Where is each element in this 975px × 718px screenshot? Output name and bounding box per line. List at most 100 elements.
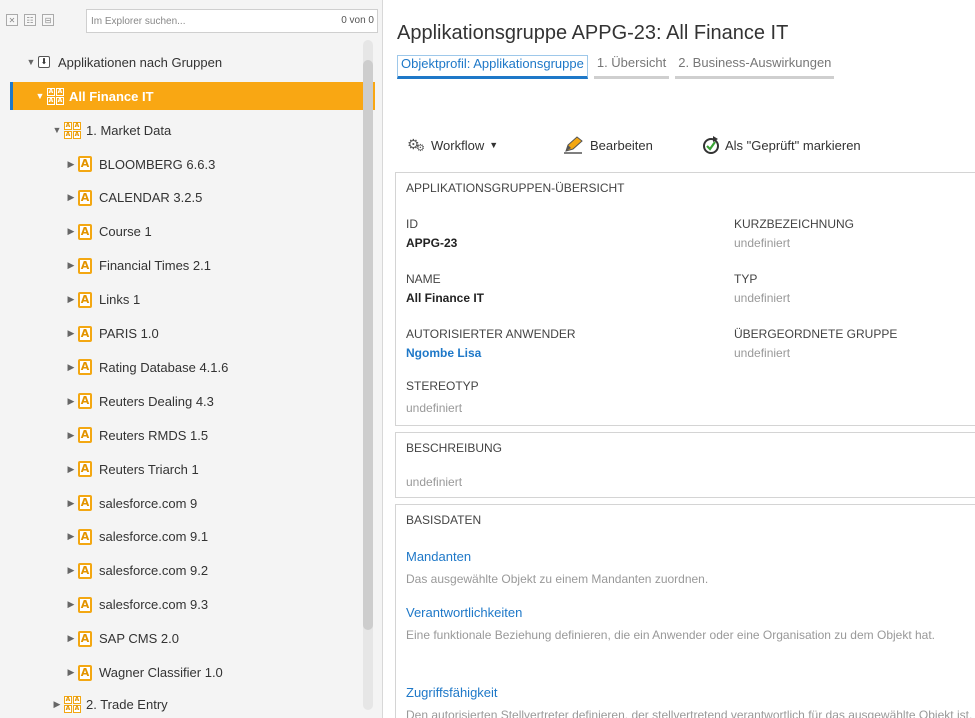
id-value: APPG-23 bbox=[406, 236, 458, 250]
type-value: undefiniert bbox=[734, 291, 791, 305]
collapse-arrow-icon[interactable]: ▶ bbox=[66, 531, 76, 542]
collapse-arrow-icon[interactable]: ▶ bbox=[66, 430, 76, 441]
application-icon: A bbox=[78, 257, 92, 274]
tree-item-label: CALENDAR 3.2.5 bbox=[99, 190, 203, 206]
explorer-scrollbar[interactable] bbox=[363, 40, 373, 710]
application-icon: A bbox=[78, 359, 92, 376]
responsibilities-description: Eine funktionale Beziehung definieren, d… bbox=[406, 628, 936, 642]
collapse-arrow-icon[interactable]: ▶ bbox=[66, 667, 76, 678]
object-profile-panel: Applikationsgruppe APPG-23: All Finance … bbox=[383, 0, 975, 718]
search-result-count: 0 von 0 bbox=[341, 15, 374, 26]
collapse-arrow-icon[interactable]: ▶ bbox=[66, 565, 76, 576]
tree-item-application[interactable]: ▶ A BLOOMBERG 6.6.3 bbox=[66, 150, 215, 178]
expand-arrow-icon[interactable]: ▼ bbox=[26, 57, 36, 67]
base-data-card: BASISDATEN Mandanten Das ausgewählte Obj… bbox=[395, 504, 975, 718]
chevron-down-icon: ▼ bbox=[489, 140, 499, 150]
name-value: All Finance IT bbox=[406, 291, 485, 305]
expand-arrow-icon[interactable]: ▼ bbox=[35, 91, 45, 101]
collapse-arrow-icon[interactable]: ▶ bbox=[66, 599, 76, 610]
tree-item-label: All Finance IT bbox=[69, 88, 154, 104]
description-value: undefiniert bbox=[406, 475, 463, 489]
explorer-panel: ✕ ☷ ⊟ 0 von 0 ▼ ⬇ Applikationen nach Gru… bbox=[0, 0, 383, 718]
edit-button[interactable]: Bearbeiten bbox=[562, 136, 653, 154]
tree-item-application[interactable]: ▶ A PARIS 1.0 bbox=[66, 320, 159, 348]
application-icon: A bbox=[78, 325, 92, 342]
collapse-arrow-icon[interactable]: ▶ bbox=[66, 226, 76, 237]
tree-item-application[interactable]: ▶ Asalesforce.com 9.1 bbox=[66, 523, 208, 551]
tree-item-market-data[interactable]: ▼ AA AA 1. Market Data bbox=[52, 116, 171, 144]
tab-object-profile[interactable]: Objektprofil: Applikationsgruppe bbox=[397, 55, 588, 79]
application-group-icon: AA AA bbox=[64, 121, 81, 139]
tree-item-application[interactable]: ▶ A Financial Times 2.1 bbox=[66, 252, 211, 280]
application-icon: A bbox=[78, 596, 92, 613]
scrollbar-thumb[interactable] bbox=[363, 60, 373, 630]
short-name-value: undefiniert bbox=[734, 236, 791, 250]
collapse-arrow-icon[interactable]: ▶ bbox=[66, 396, 76, 407]
expand-all-icon[interactable]: ☷ bbox=[24, 14, 36, 26]
collapse-all-icon[interactable]: ✕ bbox=[6, 14, 18, 26]
application-icon: A bbox=[78, 291, 92, 308]
workflow-button[interactable]: ⚙ ⚙ Workflow ▼ bbox=[407, 136, 498, 154]
tree-item-all-finance-it[interactable]: ▼ AA AA All Finance IT bbox=[10, 82, 375, 110]
tree-item-label: salesforce.com 9.2 bbox=[99, 563, 209, 579]
tree-item-application[interactable]: ▶ Asalesforce.com 9.3 bbox=[66, 591, 208, 619]
application-icon: A bbox=[78, 528, 92, 545]
folder-icon: ⬇ bbox=[38, 56, 50, 68]
tree-item-application[interactable]: ▶ A Wagner Classifier 1.0 bbox=[66, 659, 223, 687]
explorer-toolbar: ✕ ☷ ⊟ 0 von 0 bbox=[6, 8, 378, 34]
application-icon: A bbox=[78, 562, 92, 579]
tab-overview[interactable]: 1. Übersicht bbox=[593, 55, 670, 79]
accessibility-link[interactable]: Zugriffsfähigkeit bbox=[406, 685, 498, 700]
application-icon: A bbox=[78, 664, 92, 681]
tree-item-application[interactable]: ▶ A SAP CMS 2.0 bbox=[66, 625, 179, 653]
collapse-arrow-icon[interactable]: ▶ bbox=[66, 192, 76, 203]
collapse-arrow-icon[interactable]: ▶ bbox=[66, 294, 76, 305]
collapse-arrow-icon[interactable]: ▶ bbox=[66, 159, 76, 170]
explorer-search[interactable]: 0 von 0 bbox=[86, 9, 378, 33]
expand-arrow-icon[interactable]: ▼ bbox=[52, 125, 62, 135]
responsibilities-link[interactable]: Verantwortlichkeiten bbox=[406, 605, 522, 620]
collapse-arrow-icon[interactable]: ▶ bbox=[66, 633, 76, 644]
clients-link[interactable]: Mandanten bbox=[406, 549, 471, 564]
id-label: ID bbox=[406, 217, 418, 231]
check-refresh-icon bbox=[703, 136, 719, 154]
tree-root-applications-by-group[interactable]: ▼ ⬇ Applikationen nach Gruppen bbox=[26, 48, 223, 76]
authorized-user-link[interactable]: Ngombe Lisa bbox=[406, 346, 481, 360]
description-card: BESCHREIBUNG undefiniert bbox=[395, 432, 975, 498]
tree-icon[interactable]: ⊟ bbox=[42, 14, 54, 26]
tab-bar: Objektprofil: Applikationsgruppe 1. Über… bbox=[397, 55, 840, 79]
authorized-user-label: AUTORISIERTER ANWENDER bbox=[406, 327, 576, 341]
tree-item-application[interactable]: ▶ Asalesforce.com 9.2 bbox=[66, 557, 208, 585]
tree-item-application[interactable]: ▶ A Course 1 bbox=[66, 218, 152, 246]
tree-item-label: Reuters Dealing 4.3 bbox=[99, 393, 214, 409]
mark-checked-button[interactable]: Als "Geprüft" markieren bbox=[702, 136, 861, 154]
type-label: TYP bbox=[734, 272, 758, 286]
application-icon: A bbox=[78, 495, 92, 511]
tree-item-trade-entry[interactable]: ▶ AA AA 2. Trade Entry bbox=[52, 690, 168, 718]
tree-root-label: Applikationen nach Gruppen bbox=[58, 54, 223, 70]
tree-item-label: BLOOMBERG 6.6.3 bbox=[99, 156, 216, 172]
tab-business-impact[interactable]: 2. Business-Auswirkungen bbox=[675, 55, 835, 79]
application-icon: A bbox=[78, 427, 92, 444]
tree-item-application[interactable]: ▶ A Reuters Triarch 1 bbox=[66, 455, 199, 483]
tree-item-application[interactable]: ▶ A CALENDAR 3.2.5 bbox=[66, 184, 202, 212]
tree-item-application[interactable]: ▶ A Reuters Dealing 4.3 bbox=[66, 387, 214, 415]
application-icon: A bbox=[78, 461, 92, 478]
collapse-arrow-icon[interactable]: ▶ bbox=[66, 328, 76, 339]
collapse-arrow-icon[interactable]: ▶ bbox=[52, 699, 62, 710]
overview-card: APPLIKATIONSGRUPPEN-ÜBERSICHT ID APPG-23… bbox=[395, 172, 975, 426]
collapse-arrow-icon[interactable]: ▶ bbox=[66, 260, 76, 271]
collapse-arrow-icon[interactable]: ▶ bbox=[66, 464, 76, 475]
search-input[interactable] bbox=[91, 13, 291, 29]
tree-item-application[interactable]: ▶ A Rating Database 4.1.6 bbox=[66, 353, 228, 381]
tree-item-label: 2. Trade Entry bbox=[86, 696, 168, 712]
parent-group-label: ÜBERGEORDNETE GRUPPE bbox=[734, 327, 898, 341]
tree-item-application[interactable]: ▶ Asalesforce.com 9 bbox=[66, 489, 197, 517]
collapse-arrow-icon[interactable]: ▶ bbox=[66, 498, 76, 509]
collapse-arrow-icon[interactable]: ▶ bbox=[66, 362, 76, 373]
tree-item-application[interactable]: ▶ A Links 1 bbox=[66, 286, 140, 314]
tree-item-application[interactable]: ▶ A Reuters RMDS 1.5 bbox=[66, 421, 208, 449]
tree-item-label: salesforce.com 9.1 bbox=[99, 529, 209, 545]
tree-item-label: SAP CMS 2.0 bbox=[99, 631, 179, 647]
tree-item-label: Wagner Classifier 1.0 bbox=[99, 665, 223, 680]
